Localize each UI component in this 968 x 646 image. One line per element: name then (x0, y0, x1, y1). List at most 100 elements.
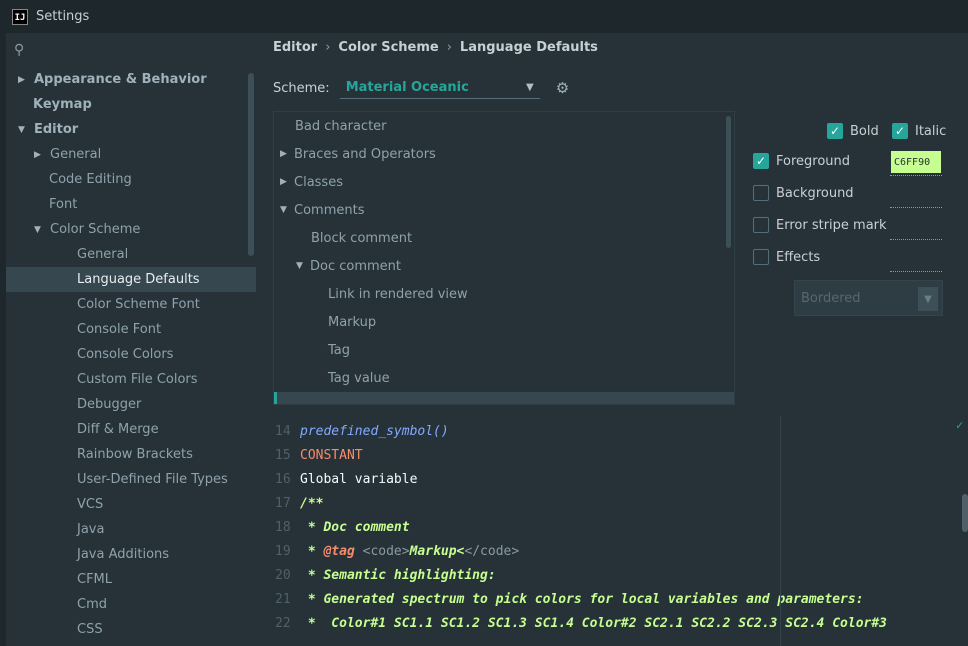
expand-arrow-icon[interactable]: ▶ (280, 149, 294, 159)
scheme-dropdown[interactable]: Material Oceanic ▼ (339, 77, 540, 99)
sidebar-item-label: Diff & Merge (77, 422, 159, 437)
sidebar-item-cfml[interactable]: CFML (6, 567, 256, 592)
code-line: 21 * Generated spectrum to pick colors f… (273, 587, 968, 611)
breadcrumb-color-scheme[interactable]: Color Scheme (338, 40, 438, 55)
expand-arrow-icon[interactable]: ▶ (18, 75, 30, 85)
expand-arrow-icon[interactable]: ▶ (280, 177, 294, 187)
foreground-color-swatch[interactable]: C6FF90 (891, 151, 941, 173)
element-item-classes[interactable]: ▶ Classes (274, 168, 734, 196)
effects-label: Effects (776, 249, 821, 265)
sidebar-item-console-colors[interactable]: Console Colors (6, 342, 256, 367)
code-preview[interactable]: 14 predefined_symbol() 15 CONSTANT 16 Global … (273, 416, 968, 646)
title-bar: IJ Settings (0, 0, 968, 33)
sidebar-item-label: Color Scheme (50, 222, 141, 237)
effects-option[interactable]: Effects (753, 249, 820, 265)
effects-style-dropdown[interactable]: Bordered ▼ (794, 280, 943, 316)
code-line: 19 * @tag <code> Markup< </code> (273, 539, 968, 563)
effects-color-field[interactable] (890, 271, 942, 272)
element-item-bad-character[interactable]: Bad character (274, 112, 734, 140)
intellij-logo-icon: IJ (12, 8, 28, 25)
expand-arrow-icon[interactable]: ▶ (34, 150, 46, 160)
error-stripe-checkbox[interactable] (753, 217, 769, 233)
element-item-label: Doc comment (310, 258, 402, 274)
element-item-comments[interactable]: ▼ Comments (274, 196, 734, 224)
element-item-tag[interactable]: Tag (274, 336, 734, 364)
line-number: 18 (275, 519, 291, 535)
sidebar-item-label: Language Defaults (77, 272, 200, 287)
collapse-arrow-icon[interactable]: ▼ (296, 261, 310, 271)
scheme-value: Material Oceanic (345, 80, 469, 95)
sidebar-item-label: Appearance & Behavior (34, 72, 207, 87)
element-item-label: Classes (294, 174, 343, 190)
settings-tree: ▶ Appearance & Behavior Keymap ▼ Editor ▶ Gene… (6, 67, 256, 642)
collapse-arrow-icon[interactable]: ▼ (280, 205, 294, 215)
line-number: 16 (275, 471, 291, 487)
sidebar-item-java[interactable]: Java (6, 517, 256, 542)
sidebar-item-language-defaults[interactable]: Language Defaults (6, 267, 256, 292)
color-element-list: Bad character ▶ Braces and Operators ▶ Class… (273, 111, 735, 405)
sidebar-item-general[interactable]: ▶ General (6, 142, 256, 167)
element-list-scrollbar[interactable] (726, 116, 731, 248)
italic-checkbox[interactable]: ✓ (892, 123, 908, 139)
bold-option[interactable]: ✓ Bold (827, 123, 879, 139)
breadcrumb-editor[interactable]: Editor (273, 40, 317, 55)
sidebar-search[interactable]: ⚲ (6, 33, 256, 67)
error-stripe-option[interactable]: Error stripe mark (753, 217, 887, 233)
collapse-arrow-icon[interactable]: ▼ (18, 125, 30, 135)
background-color-field[interactable] (890, 207, 942, 208)
foreground-checkbox[interactable]: ✓ (753, 153, 769, 169)
sidebar-item-color-scheme-font[interactable]: Color Scheme Font (6, 292, 256, 317)
sidebar-item-vcs[interactable]: VCS (6, 492, 256, 517)
code-token: CONSTANT (300, 447, 363, 463)
sidebar-item-general[interactable]: General (6, 242, 256, 267)
line-number: 17 (275, 495, 291, 511)
sidebar-item-label: CFML (77, 572, 113, 587)
preview-scrollbar[interactable] (962, 494, 968, 532)
sidebar-item-java-additions[interactable]: Java Additions (6, 542, 256, 567)
line-number: 14 (275, 423, 291, 439)
sidebar-item-label: Console Colors (77, 347, 174, 362)
search-icon[interactable]: ⚲ (14, 42, 24, 58)
sidebar-item-editor[interactable]: ▼ Editor (6, 117, 256, 142)
sidebar-item-appearance-behavior[interactable]: ▶ Appearance & Behavior (6, 67, 256, 92)
foreground-option[interactable]: ✓ Foreground (753, 153, 850, 169)
sidebar-item-label: Keymap (33, 97, 92, 112)
selected-row-highlight (274, 392, 734, 404)
code-line: 20 * Semantic highlighting: (273, 563, 968, 587)
breadcrumb: Editor › Color Scheme › Language Default… (273, 40, 598, 55)
element-item-doc-comment[interactable]: ▼ Doc comment (274, 252, 734, 280)
gear-icon[interactable]: ⚙ (556, 79, 569, 97)
element-item-markup[interactable]: Markup (274, 308, 734, 336)
element-item-label: Markup (328, 314, 377, 330)
bold-checkbox[interactable]: ✓ (827, 123, 843, 139)
element-rows: Bad character ▶ Braces and Operators ▶ Class… (274, 112, 734, 405)
sidebar-item-code-editing[interactable]: Code Editing (6, 167, 256, 192)
effects-checkbox[interactable] (753, 249, 769, 265)
sidebar-scrollbar[interactable] (248, 73, 254, 256)
background-checkbox[interactable] (753, 185, 769, 201)
sidebar-item-user-defined-file-types[interactable]: User-Defined File Types (6, 467, 256, 492)
error-stripe-color-field[interactable] (890, 239, 942, 240)
element-item-block-comment[interactable]: Block comment (274, 224, 734, 252)
sidebar-item-rainbow-brackets[interactable]: Rainbow Brackets (6, 442, 256, 467)
collapse-arrow-icon[interactable]: ▼ (34, 225, 46, 235)
element-item-label: Block comment (311, 230, 413, 246)
sidebar-item-custom-file-colors[interactable]: Custom File Colors (6, 367, 256, 392)
element-item-tag-value[interactable]: Tag value (274, 364, 734, 392)
code-lines: 14 predefined_symbol() 15 CONSTANT 16 Global … (273, 419, 968, 635)
element-item-link-in-rendered-view[interactable]: Link in rendered view (274, 280, 734, 308)
sidebar-item-font[interactable]: Font (6, 192, 256, 217)
code-token: * (300, 543, 324, 559)
background-option[interactable]: Background (753, 185, 854, 201)
sidebar-item-css[interactable]: CSS (6, 617, 256, 642)
sidebar-item-debugger[interactable]: Debugger (6, 392, 256, 417)
sidebar-item-diff-merge[interactable]: Diff & Merge (6, 417, 256, 442)
sidebar-item-color-scheme[interactable]: ▼ Color Scheme (6, 217, 256, 242)
code-token: <code> (354, 543, 410, 559)
element-item-braces-and-operators[interactable]: ▶ Braces and Operators (274, 140, 734, 168)
italic-option[interactable]: ✓ Italic (892, 123, 946, 139)
sidebar-item-console-font[interactable]: Console Font (6, 317, 256, 342)
sidebar-item-keymap[interactable]: Keymap (6, 92, 256, 117)
sidebar-item-label: CSS (77, 622, 103, 637)
sidebar-item-cmd[interactable]: Cmd (6, 592, 256, 617)
